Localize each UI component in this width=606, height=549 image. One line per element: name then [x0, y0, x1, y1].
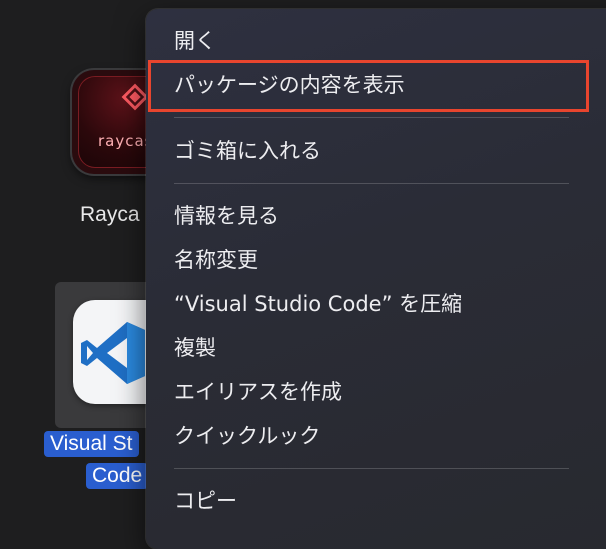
- menu-separator: [174, 183, 569, 184]
- menu-item-get-info[interactable]: 情報を見る: [174, 202, 279, 230]
- menu-separator: [174, 117, 569, 118]
- menu-item-quick-look[interactable]: クイックルック: [174, 422, 320, 450]
- raycast-app-label[interactable]: Rayca: [80, 203, 140, 227]
- menu-item-compress[interactable]: “Visual Studio Code” を圧縮: [174, 290, 462, 318]
- menu-item-open[interactable]: 開く: [174, 27, 216, 55]
- menu-item-copy[interactable]: コピー: [174, 487, 237, 515]
- menu-separator: [174, 468, 569, 469]
- menu-item-duplicate[interactable]: 複製: [174, 334, 216, 362]
- vscode-logo-icon: [81, 322, 145, 384]
- vscode-app-label-line2[interactable]: Code: [86, 463, 149, 489]
- context-menu: 開く パッケージの内容を表示 ゴミ箱に入れる 情報を見る 名称変更 “Visua…: [146, 9, 606, 549]
- menu-item-make-alias[interactable]: エイリアスを作成: [174, 378, 342, 406]
- menu-item-show-package-contents[interactable]: パッケージの内容を表示: [174, 71, 405, 99]
- menu-item-rename[interactable]: 名称変更: [174, 246, 258, 274]
- vscode-app-label-line1[interactable]: Visual St: [44, 431, 139, 457]
- menu-item-move-to-trash[interactable]: ゴミ箱に入れる: [174, 137, 321, 165]
